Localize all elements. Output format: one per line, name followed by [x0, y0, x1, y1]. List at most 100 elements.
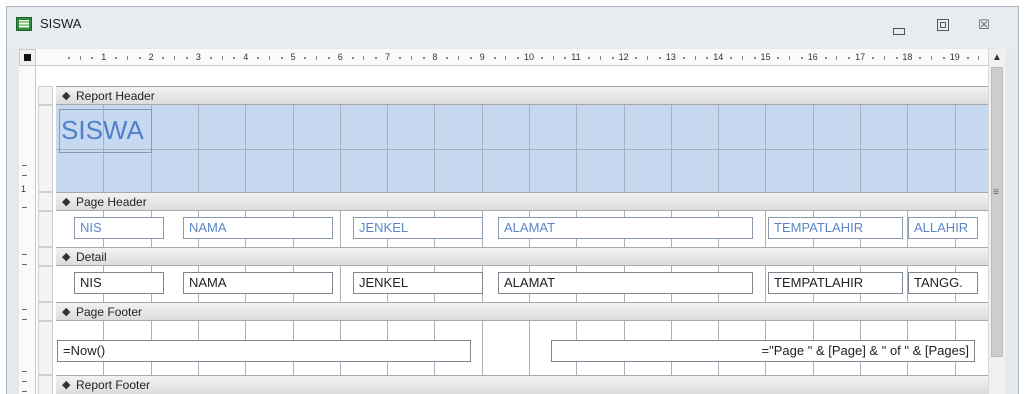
band-selector-page-header[interactable]: [38, 192, 53, 211]
ruler-number: 13: [665, 52, 676, 62]
band-report-header[interactable]: ◆ Report Header: [56, 86, 1005, 105]
ruler-tick: [540, 57, 543, 59]
ruler-tick: [919, 57, 922, 59]
title-bar[interactable]: SISWA ☒: [7, 7, 1018, 47]
ruler-mark: [22, 264, 27, 265]
label-nama[interactable]: NAMA: [183, 217, 333, 239]
ruler-tick: [458, 56, 460, 60]
ruler-tick: [115, 57, 118, 59]
horizontal-ruler[interactable]: 1234567891011121314151617181920: [36, 49, 1005, 66]
label-alamat[interactable]: ALAMAT: [498, 217, 753, 239]
grid-line: [529, 321, 530, 375]
report-selector[interactable]: [19, 49, 36, 66]
ruler-tick: [730, 57, 733, 59]
band-selector-report-footer[interactable]: [38, 375, 53, 394]
ruler-tick: [789, 56, 791, 60]
vertical-ruler[interactable]: 1: [19, 66, 36, 394]
window-title: SISWA: [40, 16, 82, 31]
grid-line: [340, 266, 341, 302]
grid-line: [56, 149, 1005, 150]
ruler-tick: [517, 57, 520, 59]
band-page-footer[interactable]: ◆ Page Footer: [56, 302, 1005, 321]
field-tanggallahir[interactable]: TANGG.: [908, 272, 978, 294]
maximize-button[interactable]: [927, 11, 957, 39]
ruler-number: 10: [524, 52, 535, 62]
ruler-tick: [398, 57, 401, 59]
ruler-tick: [126, 56, 128, 60]
label-nis[interactable]: NIS: [74, 217, 164, 239]
report-design-surface: 1234567891011121314151617181920 1 ◆ Rep: [19, 49, 1005, 394]
label-tanggallahir[interactable]: ALLAHIR: [908, 217, 978, 239]
section-selector-report-header[interactable]: [38, 105, 53, 192]
ruler-number: 5: [290, 52, 296, 62]
ruler-number: 7: [385, 52, 391, 62]
ruler-mark: [22, 207, 27, 208]
label-tempatlahir[interactable]: TEMPATLAHIR: [768, 217, 903, 239]
ruler-tick: [505, 56, 507, 60]
minimize-button[interactable]: [883, 11, 913, 39]
ruler-number: 4: [243, 52, 249, 62]
ruler-tick: [91, 57, 94, 59]
field-nama[interactable]: NAMA: [183, 272, 333, 294]
section-selector-page-footer[interactable]: [38, 321, 53, 375]
field-tempatlahir[interactable]: TEMPATLAHIR: [768, 272, 903, 294]
detail-section[interactable]: NIS NAMA JENKEL ALAMAT TEMPATLAHIR TANGG…: [56, 266, 1005, 302]
section-selector-page-header[interactable]: [38, 211, 53, 247]
field-jenkel[interactable]: JENKEL: [353, 272, 483, 294]
ruler-tick: [883, 56, 885, 60]
band-selector-page-footer[interactable]: [38, 302, 53, 321]
grid-line: [765, 266, 766, 302]
section-selector-detail[interactable]: [38, 266, 53, 302]
now-expression-field[interactable]: =Now(): [57, 340, 471, 362]
report-window: SISWA ☒ 1234567891011121314151617181920 …: [6, 6, 1019, 394]
band-selector-report-header[interactable]: [38, 86, 53, 105]
close-button[interactable]: ☒: [969, 11, 999, 39]
ruler-tick: [304, 57, 307, 59]
page-header-section[interactable]: NIS NAMA JENKEL ALAMAT TEMPATLAHIR ALLAH…: [56, 211, 1005, 247]
page-footer-section[interactable]: =Now() ="Page " & [Page] & " of " & [Pag…: [56, 321, 1005, 375]
label-jenkel[interactable]: JENKEL: [353, 217, 483, 239]
page-number-expression-field[interactable]: ="Page " & [Page] & " of " & [Pages]: [551, 340, 975, 362]
ruler-mark: [22, 175, 27, 176]
ruler-tick: [79, 56, 81, 60]
report-header-section[interactable]: SISWA: [56, 105, 1005, 192]
ruler-number: 1: [21, 184, 27, 194]
ruler-mark: [22, 371, 27, 372]
band-arrow-icon: ◆: [62, 306, 71, 318]
band-detail[interactable]: ◆ Detail: [56, 247, 1005, 266]
ruler-tick: [895, 57, 898, 59]
ruler-tick: [599, 56, 601, 60]
band-page-header[interactable]: ◆ Page Header: [56, 192, 1005, 211]
grid-line: [765, 211, 766, 247]
ruler-tick: [221, 56, 223, 60]
grid-line: [482, 321, 483, 375]
ruler-tick: [978, 56, 980, 60]
ruler-mark: [22, 381, 27, 382]
ruler-tick: [410, 56, 412, 60]
scroll-up-arrow-icon[interactable]: ▲: [989, 49, 1005, 66]
band-arrow-icon: ◆: [62, 251, 71, 263]
ruler-tick: [327, 57, 330, 59]
band-selector-detail[interactable]: [38, 247, 53, 266]
ruler-tick: [257, 57, 260, 59]
ruler-mark: [22, 309, 27, 310]
ruler-tick: [966, 57, 969, 59]
ruler-tick: [942, 57, 945, 59]
band-label: Page Footer: [76, 305, 143, 319]
band-report-footer[interactable]: ◆ Report Footer: [56, 375, 1005, 394]
scroll-thumb[interactable]: [991, 67, 1003, 357]
ruler-tick: [588, 57, 591, 59]
ruler-mark: [22, 254, 27, 255]
field-alamat[interactable]: ALAMAT: [498, 272, 753, 294]
ruler-tick: [493, 57, 496, 59]
report-title-label[interactable]: SISWA: [59, 109, 152, 153]
ruler-tick: [268, 56, 270, 60]
ruler-mark: [22, 319, 27, 320]
ruler-number: 2: [148, 52, 154, 62]
ruler-tick: [375, 57, 378, 59]
field-nis[interactable]: NIS: [74, 272, 164, 294]
ruler-tick: [647, 56, 649, 60]
ruler-number: 1: [101, 52, 107, 62]
ruler-tick: [162, 57, 165, 59]
vertical-scrollbar[interactable]: ▲ ≡: [988, 49, 1005, 394]
